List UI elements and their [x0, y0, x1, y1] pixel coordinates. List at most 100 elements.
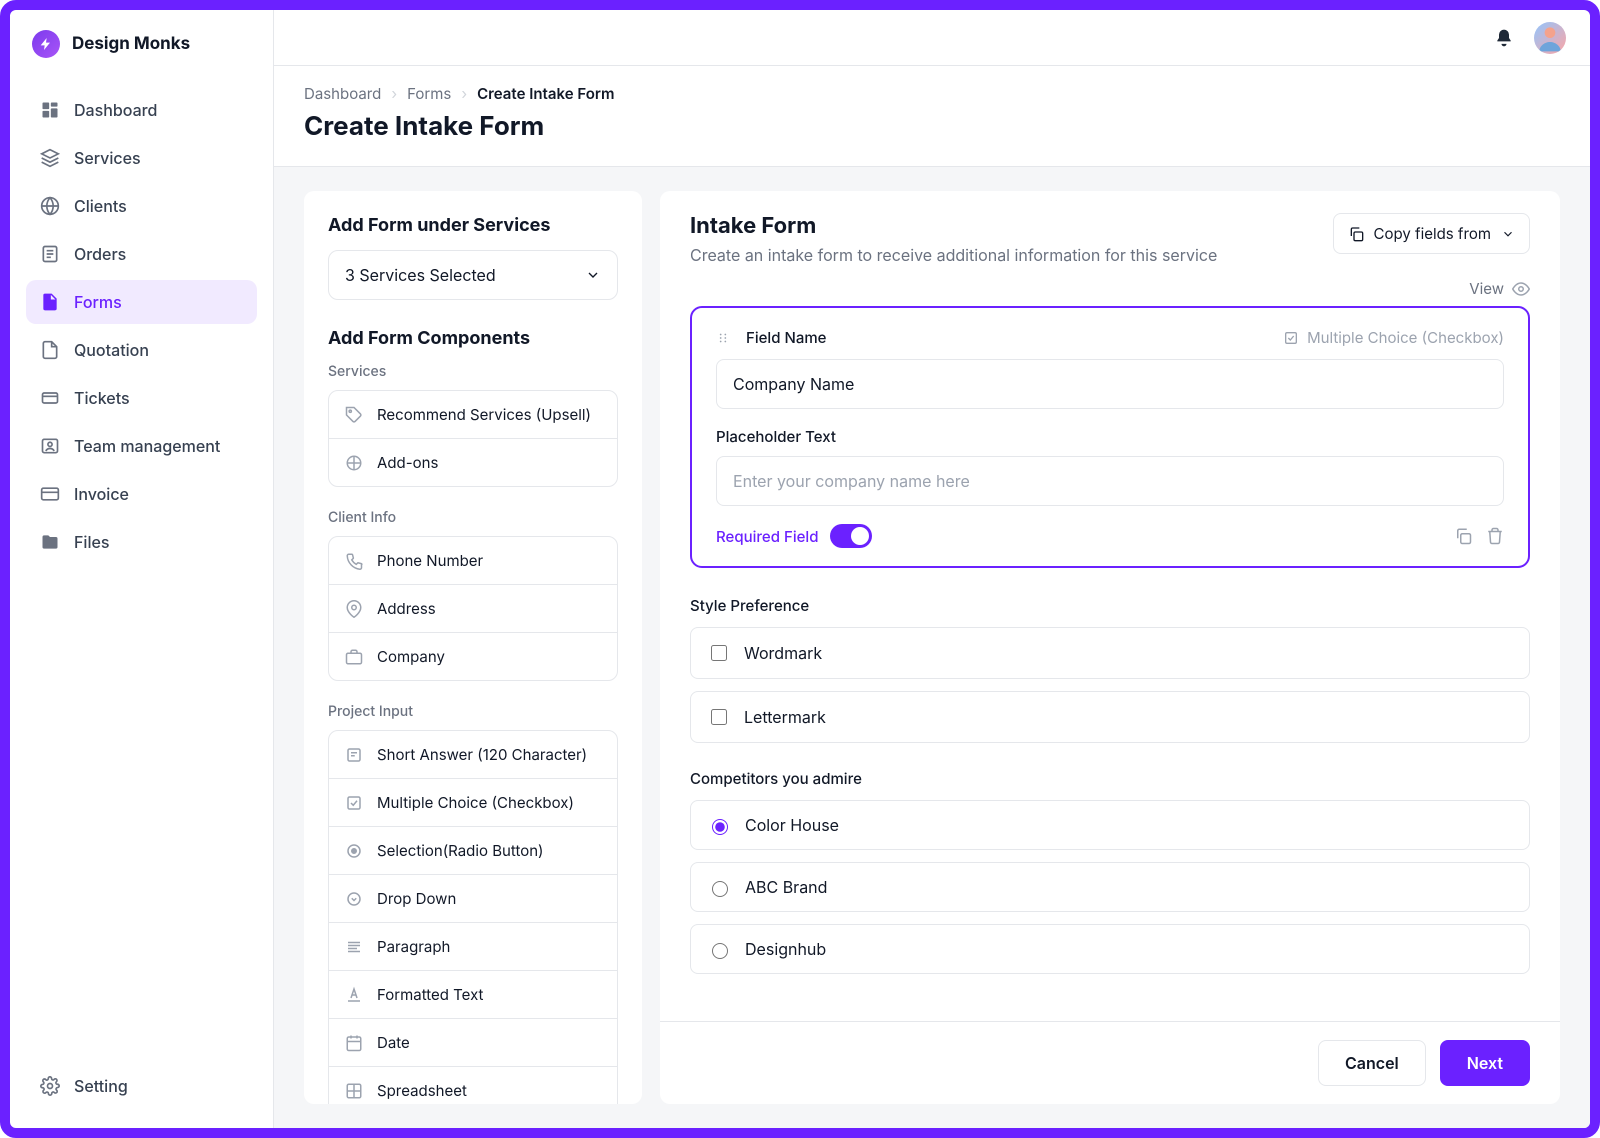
component-date[interactable]: Date [329, 1018, 617, 1066]
radio-input[interactable] [712, 881, 728, 897]
field-name-input[interactable] [716, 359, 1504, 409]
sidebar: Design Monks Dashboard Services Clients … [10, 10, 274, 1128]
component-label: Multiple Choice (Checkbox) [377, 793, 574, 812]
trash-icon[interactable] [1486, 527, 1504, 545]
brand[interactable]: Design Monks [26, 30, 257, 58]
breadcrumb-item[interactable]: Forms [407, 84, 451, 103]
group-label-services: Services [328, 363, 618, 380]
brand-name: Design Monks [72, 34, 190, 54]
sidebar-item-files[interactable]: Files [26, 520, 257, 564]
placeholder-input[interactable] [716, 456, 1504, 506]
component-radio[interactable]: Selection(Radio Button) [329, 826, 617, 874]
radio-input[interactable] [712, 819, 728, 835]
next-button[interactable]: Next [1440, 1040, 1530, 1086]
component-label: Formatted Text [377, 985, 483, 1004]
sidebar-item-invoice[interactable]: Invoice [26, 472, 257, 516]
component-label: Add-ons [377, 453, 438, 472]
form-subtitle: Create an intake form to receive additio… [690, 245, 1217, 265]
breadcrumb-item[interactable]: Dashboard [304, 84, 381, 103]
type-icon [345, 986, 363, 1004]
group-project-input: Short Answer (120 Character) Multiple Ch… [328, 730, 618, 1104]
sidebar-item-label: Team management [74, 436, 220, 456]
checkbox-input[interactable] [711, 709, 727, 725]
copy-fields-button[interactable]: Copy fields from [1333, 213, 1530, 254]
add-under-services-heading: Add Form under Services [328, 215, 618, 236]
drag-handle-icon[interactable] [716, 331, 730, 345]
group-label-client-info: Client Info [328, 509, 618, 526]
required-label: Required Field [716, 527, 818, 546]
checkbox-input[interactable] [711, 645, 727, 661]
paragraph-icon [345, 938, 363, 956]
component-short-answer[interactable]: Short Answer (120 Character) [329, 731, 617, 778]
folder-icon [40, 532, 60, 552]
add-components-heading: Add Form Components [328, 328, 618, 349]
box-icon [40, 148, 60, 168]
option-label: ABC Brand [745, 877, 827, 897]
component-paragraph[interactable]: Paragraph [329, 922, 617, 970]
sidebar-item-services[interactable]: Services [26, 136, 257, 180]
services-select[interactable]: 3 Services Selected [328, 250, 618, 300]
sidebar-item-clients[interactable]: Clients [26, 184, 257, 228]
sidebar-item-label: Invoice [74, 484, 129, 504]
credit-card-icon [40, 484, 60, 504]
option-label: Designhub [745, 939, 826, 959]
component-formatted-text[interactable]: Formatted Text [329, 970, 617, 1018]
field-type-selector[interactable]: Multiple Choice (Checkbox) [1283, 328, 1504, 347]
avatar[interactable] [1534, 22, 1566, 54]
option-color-house[interactable]: Color House [690, 800, 1530, 850]
sidebar-item-orders[interactable]: Orders [26, 232, 257, 276]
chevron-down-icon [585, 267, 601, 283]
option-lettermark[interactable]: Lettermark [690, 691, 1530, 743]
component-label: Company [377, 647, 445, 666]
tag-icon [345, 406, 363, 424]
component-label: Phone Number [377, 551, 483, 570]
sidebar-item-dashboard[interactable]: Dashboard [26, 88, 257, 132]
chevron-right-icon: › [461, 84, 467, 103]
component-phone[interactable]: Phone Number [329, 537, 617, 584]
question-label: Style Preference [690, 596, 1530, 615]
option-wordmark[interactable]: Wordmark [690, 627, 1530, 679]
component-company[interactable]: Company [329, 632, 617, 680]
form-builder-panel: Intake Form Create an intake form to rec… [660, 191, 1560, 1104]
copy-icon [1348, 226, 1364, 242]
phone-icon [345, 552, 363, 570]
map-pin-icon [345, 600, 363, 618]
component-label: Paragraph [377, 937, 450, 956]
option-abc-brand[interactable]: ABC Brand [690, 862, 1530, 912]
component-multiple-choice[interactable]: Multiple Choice (Checkbox) [329, 778, 617, 826]
sidebar-item-label: Setting [74, 1076, 128, 1096]
cancel-button[interactable]: Cancel [1318, 1040, 1426, 1086]
required-toggle[interactable] [830, 524, 872, 548]
duplicate-icon[interactable] [1454, 527, 1472, 545]
option-label: Wordmark [744, 643, 822, 663]
component-label: Date [377, 1033, 410, 1052]
sidebar-item-tickets[interactable]: Tickets [26, 376, 257, 420]
view-toggle[interactable]: View [660, 271, 1560, 306]
component-dropdown[interactable]: Drop Down [329, 874, 617, 922]
grid-icon [40, 100, 60, 120]
services-select-label: 3 Services Selected [345, 265, 496, 285]
component-addons[interactable]: Add-ons [329, 438, 617, 486]
page-title: Create Intake Form [304, 111, 1560, 142]
option-designhub[interactable]: Designhub [690, 924, 1530, 974]
component-spreadsheet[interactable]: Spreadsheet [329, 1066, 617, 1104]
component-label: Selection(Radio Button) [377, 841, 544, 860]
sidebar-item-label: Services [74, 148, 141, 168]
list-icon [40, 244, 60, 264]
bell-icon[interactable] [1494, 28, 1514, 48]
sidebar-item-label: Tickets [74, 388, 130, 408]
component-recommend-services[interactable]: Recommend Services (Upsell) [329, 391, 617, 438]
radio-input[interactable] [712, 943, 728, 959]
question-label: Competitors you admire [690, 769, 1530, 788]
field-type-label: Multiple Choice (Checkbox) [1307, 328, 1504, 347]
dropdown-icon [345, 890, 363, 908]
sidebar-item-setting[interactable]: Setting [26, 1064, 257, 1108]
sidebar-item-forms[interactable]: Forms [26, 280, 257, 324]
sidebar-item-team[interactable]: Team management [26, 424, 257, 468]
document-icon [40, 292, 60, 312]
sidebar-item-label: Orders [74, 244, 126, 264]
sidebar-item-quotation[interactable]: Quotation [26, 328, 257, 372]
field-editor: Field Name Multiple Choice (Checkbox) Pl… [690, 306, 1530, 568]
sidebar-item-label: Dashboard [74, 100, 157, 120]
component-address[interactable]: Address [329, 584, 617, 632]
